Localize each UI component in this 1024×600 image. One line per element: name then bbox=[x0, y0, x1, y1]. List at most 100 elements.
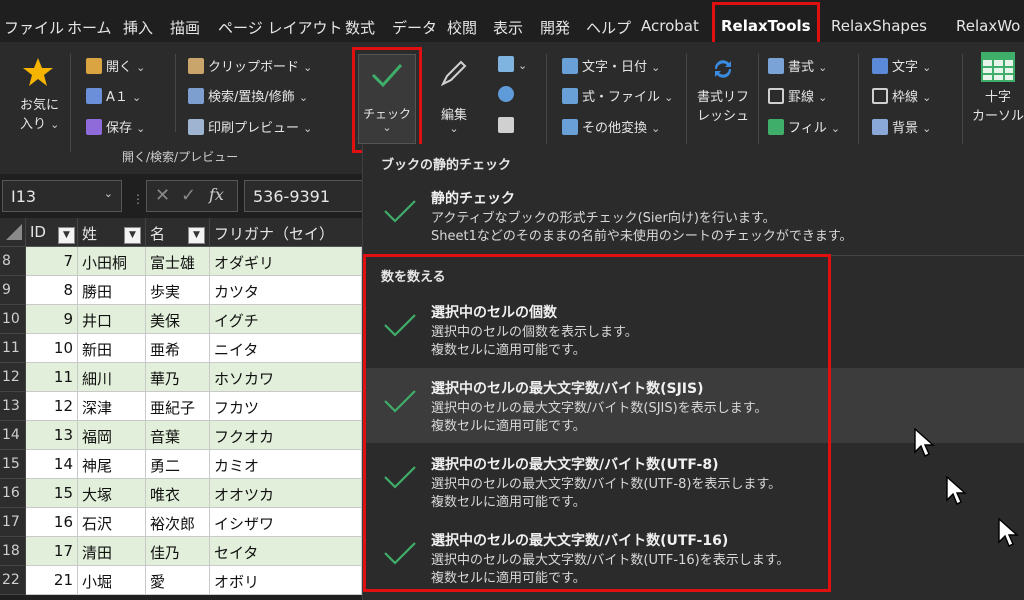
cell-id[interactable]: 13 bbox=[26, 421, 78, 450]
row-header[interactable]: 8 bbox=[0, 247, 26, 276]
name-box[interactable]: I13 ⌄ bbox=[2, 180, 122, 212]
cell-mei[interactable]: 美保 bbox=[146, 305, 210, 334]
cell-id[interactable]: 7 bbox=[26, 247, 78, 276]
favorites-button[interactable] bbox=[16, 56, 60, 92]
header-sei[interactable]: 姓 ▼ bbox=[78, 218, 146, 247]
row-header[interactable]: 16 bbox=[0, 479, 26, 508]
cell-kana[interactable]: フカツ bbox=[210, 392, 362, 421]
cell-sei[interactable]: 細川 bbox=[78, 363, 146, 392]
char-button[interactable]: 文字 ⌄ bbox=[872, 56, 931, 75]
format-button[interactable]: 書式 ⌄ bbox=[768, 56, 827, 75]
filter-dropdown-icon[interactable]: ▼ bbox=[58, 227, 75, 244]
cell-mei[interactable]: 歩実 bbox=[146, 276, 210, 305]
cell-id[interactable]: 21 bbox=[26, 566, 78, 595]
tab-page-layout[interactable]: ページ レイアウト bbox=[218, 17, 342, 38]
cell-sei[interactable]: 石沢 bbox=[78, 508, 146, 537]
row-header[interactable]: 22 bbox=[0, 566, 26, 595]
cell-sei[interactable]: 深津 bbox=[78, 392, 146, 421]
cell-id[interactable]: 15 bbox=[26, 479, 78, 508]
tab-insert[interactable]: 挿入 bbox=[123, 17, 153, 38]
formula-input[interactable]: 536-9391 bbox=[244, 180, 362, 212]
cell-kana[interactable]: フクオカ bbox=[210, 421, 362, 450]
cell-id[interactable]: 16 bbox=[26, 508, 78, 537]
tab-draw[interactable]: 描画 bbox=[170, 17, 200, 38]
format-refresh-button[interactable]: 書式リフ レッシュ bbox=[696, 56, 750, 126]
tab-formulas[interactable]: 数式 bbox=[345, 17, 375, 38]
cell-id[interactable]: 10 bbox=[26, 334, 78, 363]
tab-review[interactable]: 校閲 bbox=[447, 17, 477, 38]
row-header[interactable]: 15 bbox=[0, 450, 26, 479]
cell-mei[interactable]: 愛 bbox=[146, 566, 210, 595]
cell-kana[interactable]: ニイタ bbox=[210, 334, 362, 363]
cell-kana[interactable]: ホソカワ bbox=[210, 363, 362, 392]
cell-mei[interactable]: 佳乃 bbox=[146, 537, 210, 566]
select-all-corner[interactable] bbox=[0, 218, 26, 247]
header-mei[interactable]: 名 ▼ bbox=[146, 218, 210, 247]
frame-button[interactable]: 枠線 ⌄ bbox=[872, 86, 931, 105]
tab-relaxshapes[interactable]: RelaxShapes bbox=[831, 17, 927, 35]
cell-kana[interactable]: オオツカ bbox=[210, 479, 362, 508]
cell-kana[interactable]: オダギリ bbox=[210, 247, 362, 276]
row-header[interactable]: 10 bbox=[0, 305, 26, 334]
fill-button[interactable]: フィル ⌄ bbox=[768, 117, 840, 136]
header-id[interactable]: ID ▼ bbox=[26, 218, 78, 247]
row-header[interactable]: 14 bbox=[0, 421, 26, 450]
cell-mei[interactable]: 唯衣 bbox=[146, 479, 210, 508]
confirm-icon[interactable]: ✓ bbox=[181, 185, 196, 206]
cell-id[interactable]: 14 bbox=[26, 450, 78, 479]
tab-view[interactable]: 表示 bbox=[493, 17, 523, 38]
cell-kana[interactable]: カツタ bbox=[210, 276, 362, 305]
cancel-icon[interactable]: ✕ bbox=[155, 185, 170, 206]
cell-id[interactable]: 9 bbox=[26, 305, 78, 334]
row-header[interactable]: 11 bbox=[0, 334, 26, 363]
cell-sei[interactable]: 小堀 bbox=[78, 566, 146, 595]
cell-sei[interactable]: 福岡 bbox=[78, 421, 146, 450]
header-kana[interactable]: フリガナ（セイ） bbox=[210, 218, 362, 247]
print-preview-button[interactable]: 印刷プレビュー ⌄ bbox=[188, 117, 312, 136]
cell-kana[interactable]: オボリ bbox=[210, 566, 362, 595]
crosshair-cursor-button[interactable]: 十字 カーソル bbox=[972, 52, 1024, 126]
row-header[interactable]: 18 bbox=[0, 537, 26, 566]
cell-mei[interactable]: 音葉 bbox=[146, 421, 210, 450]
row-header[interactable]: 9 bbox=[0, 276, 26, 305]
cell-kana[interactable]: セイタ bbox=[210, 537, 362, 566]
other-convert-button[interactable]: その他変換 ⌄ bbox=[562, 117, 660, 136]
menu-item-static-check[interactable]: 静的チェック アクティブなブックの形式チェック(Sier向け)を行います。 Sh… bbox=[363, 178, 1024, 253]
tab-data[interactable]: データ bbox=[392, 17, 437, 38]
drag-handle-icon[interactable]: ⋮ bbox=[132, 192, 144, 206]
cell-kana[interactable]: イシザワ bbox=[210, 508, 362, 537]
underline-button[interactable] bbox=[498, 117, 518, 134]
chevron-down-icon[interactable]: ⌄ bbox=[104, 187, 113, 200]
format-painter-button[interactable]: ⌄ bbox=[498, 56, 527, 73]
cell-mei[interactable]: 富士雄 bbox=[146, 247, 210, 276]
text-date-button[interactable]: 文字・日付 ⌄ bbox=[562, 56, 660, 75]
tab-acrobat[interactable]: Acrobat bbox=[641, 17, 699, 35]
function-icon[interactable]: fx bbox=[209, 185, 224, 204]
open-button[interactable]: 開く ⌄ bbox=[86, 56, 145, 75]
tab-developer[interactable]: 開発 bbox=[540, 17, 570, 38]
a1-button[interactable]: A１ ⌄ bbox=[86, 86, 141, 105]
cell-kana[interactable]: イグチ bbox=[210, 305, 362, 334]
cell-sei[interactable]: 清田 bbox=[78, 537, 146, 566]
background-button[interactable]: 背景 ⌄ bbox=[872, 117, 931, 136]
tab-help[interactable]: ヘルプ bbox=[586, 17, 631, 38]
cell-mei[interactable]: 裕次郎 bbox=[146, 508, 210, 537]
filter-dropdown-icon[interactable]: ▼ bbox=[124, 227, 141, 244]
cell-id[interactable]: 17 bbox=[26, 537, 78, 566]
search-replace-button[interactable]: 検索/置換/修飾 ⌄ bbox=[188, 86, 308, 105]
tab-home[interactable]: ホーム bbox=[67, 17, 112, 38]
cell-id[interactable]: 8 bbox=[26, 276, 78, 305]
cell-id[interactable]: 12 bbox=[26, 392, 78, 421]
cell-mei[interactable]: 亜紀子 bbox=[146, 392, 210, 421]
border-button[interactable]: 罫線 ⌄ bbox=[768, 86, 827, 105]
filter-dropdown-icon[interactable]: ▼ bbox=[188, 227, 205, 244]
clipboard-button[interactable]: クリップボード ⌄ bbox=[188, 56, 312, 75]
formula-file-button[interactable]: 式・ファイル ⌄ bbox=[562, 86, 673, 105]
cell-kana[interactable]: カミオ bbox=[210, 450, 362, 479]
cell-sei[interactable]: 井口 bbox=[78, 305, 146, 334]
tab-relaxwo[interactable]: RelaxWo bbox=[956, 17, 1020, 35]
cell-sei[interactable]: 神尾 bbox=[78, 450, 146, 479]
cell-mei[interactable]: 勇二 bbox=[146, 450, 210, 479]
cell-mei[interactable]: 華乃 bbox=[146, 363, 210, 392]
cell-sei[interactable]: 勝田 bbox=[78, 276, 146, 305]
